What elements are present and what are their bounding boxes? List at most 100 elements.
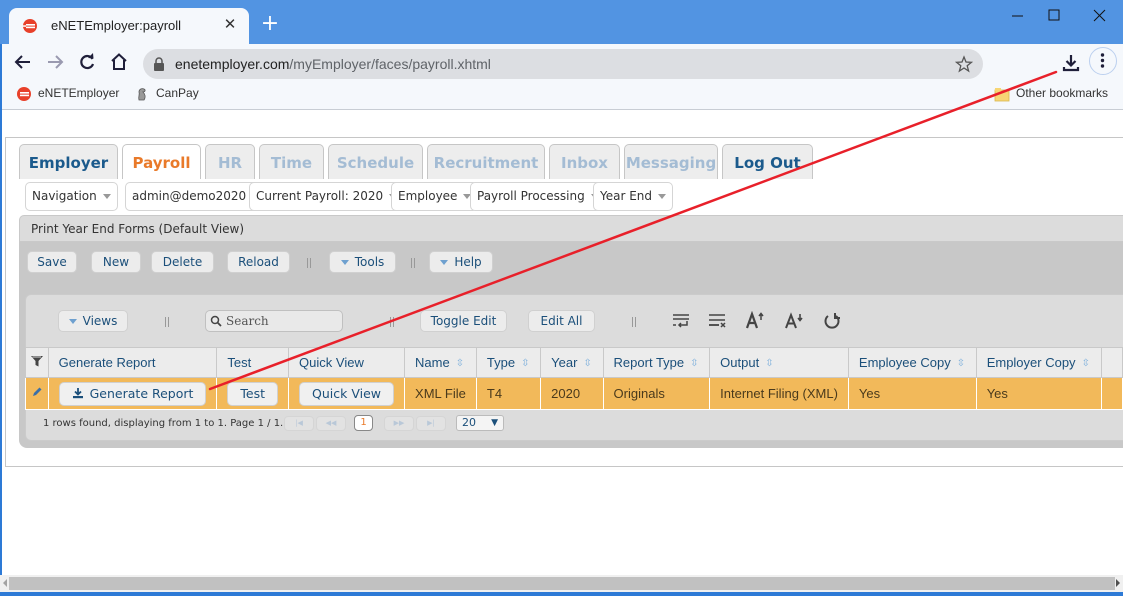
column-employer-copy[interactable]: Employer Copy ⇳ [975,347,1102,378]
user-menu[interactable]: admin@demo2020 [125,182,268,211]
reload-icon[interactable] [74,49,100,75]
reload-button[interactable]: Reload [227,251,290,273]
pager-summary: 1 rows found, displaying from 1 to 1. Pa… [43,418,284,429]
employer-copy-cell: Yes [975,377,1102,410]
payroll-processing-menu[interactable]: Payroll Processing [470,182,606,211]
column-employee-copy[interactable]: Employee Copy ⇳ [847,347,977,378]
window-border [0,44,2,596]
font-increase-icon[interactable] [744,311,766,331]
edit-all-button[interactable]: Edit All [528,310,595,332]
tab-payroll[interactable]: Payroll [122,144,201,181]
bookmark-canpay[interactable]: CanPay [134,86,199,102]
bookmark-enetemployer[interactable]: eNETEmployer [16,86,119,102]
test-button[interactable]: Test [227,381,279,406]
reset-icon[interactable] [821,311,843,331]
extra-cell [1100,377,1123,410]
caret-down-icon [440,260,449,265]
search-input[interactable]: Search [205,310,343,332]
delete-button[interactable]: Delete [151,251,214,273]
forward-icon[interactable] [42,49,68,75]
maximize-icon[interactable] [1042,4,1066,28]
current-page-button[interactable]: 1 [354,415,373,431]
report-type-cell: Originals [602,377,711,410]
folder-icon [994,88,1010,102]
close-tab-icon[interactable]: ✕ [219,13,241,35]
scrollbar-thumb[interactable] [9,577,1115,590]
kebab-menu-icon [1100,53,1105,68]
window-border [0,592,1123,596]
browser-toolbar: enetemployer.com/myEmployer/faces/payrol… [0,44,1123,80]
browser-tab[interactable]: eNETEmployer:payroll ✕ [9,8,249,44]
sort-icon: ⇳ [690,358,699,370]
toolbar-separator [390,317,394,327]
column-label: Output [720,355,760,370]
sort-icon: ⇳ [521,358,530,370]
column-generate-report: Generate Report [47,347,218,378]
column-extra [1100,347,1123,378]
generate-report-button[interactable]: Generate Report [58,381,207,406]
quick-view-cell: Quick View [288,377,406,410]
current-payroll-menu[interactable]: Current Payroll: 2020 [249,182,405,211]
save-button[interactable]: Save [27,251,77,273]
column-label: Report Type [613,355,685,370]
scroll-left-icon[interactable] [3,579,7,587]
horizontal-scrollbar[interactable] [0,575,1123,592]
back-icon[interactable] [10,49,36,75]
column-output[interactable]: Output ⇳ [709,347,849,378]
browser-menu-button[interactable] [1089,47,1117,75]
column-report-type[interactable]: Report Type ⇳ [602,347,711,378]
column-quick-view: Quick View [288,347,406,378]
views-menu-button[interactable]: Views [58,310,128,332]
wrap-text-icon[interactable] [670,311,692,331]
bookmark-star-icon[interactable] [955,55,973,73]
url-path: /myEmployer/faces/payroll.xhtml [289,56,491,72]
caret-down-icon [340,260,349,265]
navigation-menu[interactable]: Navigation [25,182,118,211]
column-filter[interactable] [25,347,49,378]
column-year[interactable]: Year ⇳ [540,347,604,378]
font-decrease-icon[interactable] [783,311,805,331]
bookmark-label: eNETEmployer [38,86,120,101]
window-close-icon[interactable] [1088,4,1112,28]
previous-page-button[interactable]: ◀◀ [316,416,346,431]
tools-label: Tools [354,255,385,269]
new-tab-button[interactable]: + [258,12,282,36]
tab-employer[interactable]: Employer [19,144,118,180]
column-type[interactable]: Type ⇳ [475,347,542,378]
column-label: Name [415,355,450,370]
table-row[interactable]: Generate Report Test Quick View XML File… [25,377,1123,410]
tab-time: Time [259,144,324,180]
column-name[interactable]: Name ⇳ [404,347,477,378]
next-page-button[interactable]: ▶▶ [384,416,414,431]
caret-down-icon [102,194,111,199]
home-icon[interactable] [106,49,132,75]
toggle-edit-button[interactable]: Toggle Edit [420,310,507,332]
employee-menu[interactable]: Employee [391,182,479,211]
other-bookmarks[interactable]: Other bookmarks [994,86,1108,102]
first-page-button[interactable]: |◀ [284,416,314,431]
navigation-bar: Navigation admin@demo2020 Current Payrol… [19,179,1123,215]
page-size-select[interactable]: 20 ▼ [456,415,504,431]
help-menu-button[interactable]: Help [429,251,493,273]
new-button[interactable]: New [91,251,141,273]
edit-cell[interactable] [25,377,49,410]
tab-inbox: Inbox [549,144,620,180]
minimize-icon[interactable] [1006,4,1030,28]
search-placeholder: Search [226,314,269,328]
chevron-down-icon: ▼ [491,418,498,428]
last-page-button[interactable]: ▶| [416,416,446,431]
output-cell: Internet Filing (XML) [709,377,849,410]
address-bar[interactable]: enetemployer.com/myEmployer/faces/payrol… [143,49,983,79]
clear-format-icon[interactable] [706,311,728,331]
tab-title: eNETEmployer:payroll [51,18,182,33]
other-bookmarks-label: Other bookmarks [1016,86,1109,101]
quick-view-button[interactable]: Quick View [299,381,395,406]
sort-icon: ⇳ [583,358,592,370]
download-icon[interactable] [1060,52,1082,74]
tools-menu-button[interactable]: Tools [329,251,396,273]
year-end-menu[interactable]: Year End [593,182,674,211]
column-label: Year [551,355,578,370]
tab-log-out[interactable]: Log Out [722,144,813,180]
type-cell: T4 [475,377,542,410]
scroll-right-icon[interactable] [1116,579,1120,587]
